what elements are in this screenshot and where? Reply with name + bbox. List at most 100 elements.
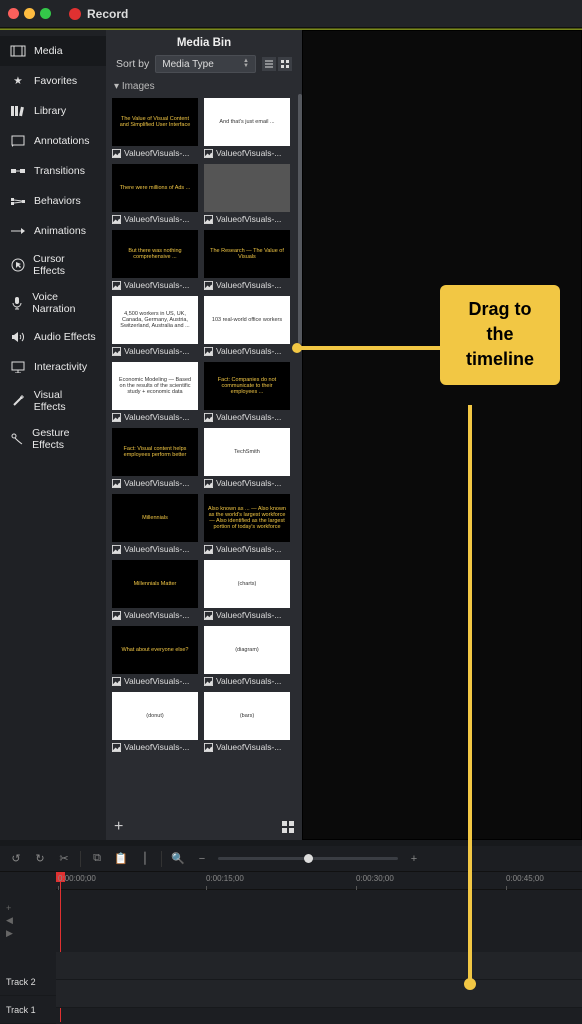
sidebar-interactivity[interactable]: Interactivity	[0, 352, 106, 382]
media-thumbnail[interactable]: Millennials MatterValueofVisuals-...	[112, 560, 198, 620]
image-icon	[112, 215, 121, 224]
image-icon	[204, 347, 213, 356]
media-thumbnail[interactable]: Economic Modeling — Based on the results…	[112, 362, 198, 422]
sidebar-library[interactable]: Library	[0, 96, 106, 126]
split-icon[interactable]: ⎮	[137, 851, 153, 867]
time-mark: 0:00:45;00	[506, 874, 544, 883]
undo-icon[interactable]: ↺	[8, 851, 24, 867]
add-media-button[interactable]: +	[114, 818, 123, 836]
thumb-caption: ValueofVisuals-...	[216, 346, 290, 356]
close-icon[interactable]	[8, 8, 19, 19]
media-thumbnail[interactable]: Also known as ... — Also known as the wo…	[204, 494, 290, 554]
sidebar-audio-effects[interactable]: Audio Effects	[0, 322, 106, 352]
thumb-caption: ValueofVisuals-...	[124, 544, 198, 554]
sidebar-annotations[interactable]: Annotations	[0, 126, 106, 156]
sidebar: Media ★ Favorites Library Annotations Tr…	[0, 30, 106, 840]
time-mark: 0:00:30;00	[356, 874, 394, 883]
thumb-caption: ValueofVisuals-...	[216, 610, 290, 620]
image-icon	[204, 545, 213, 554]
media-thumbnail[interactable]: MillennialsValueofVisuals-...	[112, 494, 198, 554]
media-thumbnail[interactable]: 4,500 workers in US, UK, Canada, Germany…	[112, 296, 198, 356]
mic-icon	[10, 295, 24, 311]
timeline-ruler[interactable]: 0:00:00;00 0:00:15;00 0:00:30;00 0:00:45…	[56, 872, 582, 890]
sidebar-favorites[interactable]: ★ Favorites	[0, 66, 106, 96]
track-2-label[interactable]: Track 2	[0, 968, 56, 996]
zoom-out-icon[interactable]: 🔍	[170, 851, 186, 867]
grid-size-icon[interactable]	[282, 821, 294, 833]
thumb-caption: ValueofVisuals-...	[216, 148, 290, 158]
media-thumbnail[interactable]: ValueofVisuals-...	[204, 164, 290, 224]
sidebar-item-label: Interactivity	[34, 361, 87, 373]
scrollbar[interactable]	[298, 94, 302, 814]
maximize-icon[interactable]	[40, 8, 51, 19]
image-icon	[204, 149, 213, 158]
media-thumbnail[interactable]: 103 real-world office workersValueofVisu…	[204, 296, 290, 356]
track-1-label[interactable]: Track 1	[0, 996, 56, 1024]
media-thumbnail[interactable]: (donut)ValueofVisuals-...	[112, 692, 198, 752]
view-list-icon[interactable]	[262, 57, 276, 71]
preview-canvas[interactable]	[302, 30, 582, 840]
media-thumbnail[interactable]: The Value of Visual Content and Simplifi…	[112, 98, 198, 158]
thumb-caption: ValueofVisuals-...	[216, 742, 290, 752]
sidebar-item-label: Library	[34, 105, 66, 117]
sidebar-gesture-effects[interactable]: Gesture Effects	[0, 420, 106, 458]
sidebar-animations[interactable]: Animations	[0, 216, 106, 246]
group-header[interactable]: ▾ Images	[106, 79, 302, 94]
thumb-caption: ValueofVisuals-...	[124, 346, 198, 356]
sidebar-cursor-effects[interactable]: Cursor Effects	[0, 246, 106, 284]
media-thumbnail[interactable]: What about everyone else?ValueofVisuals-…	[112, 626, 198, 686]
cursor-icon	[10, 257, 25, 273]
plus-icon[interactable]: +	[406, 851, 422, 867]
media-thumbnail[interactable]: But there was nothing comprehensive ...V…	[112, 230, 198, 290]
titlebar: Record	[0, 0, 582, 28]
record-label[interactable]: Record	[87, 7, 128, 21]
animations-icon	[10, 223, 26, 239]
media-thumbnail[interactable]: (diagram)ValueofVisuals-...	[204, 626, 290, 686]
prev-marker-icon[interactable]: ◀	[6, 915, 56, 926]
media-thumbnail[interactable]: TechSmithValueofVisuals-...	[204, 428, 290, 488]
media-thumbnail[interactable]: (charts)ValueofVisuals-...	[204, 560, 290, 620]
sidebar-transitions[interactable]: Transitions	[0, 156, 106, 186]
media-thumbnail[interactable]: (bars)ValueofVisuals-...	[204, 692, 290, 752]
next-marker-icon[interactable]: ▶	[6, 928, 56, 939]
thumb-caption: ValueofVisuals-...	[216, 412, 290, 422]
track-row[interactable]	[56, 980, 582, 1008]
thumb-caption: ValueofVisuals-...	[124, 478, 198, 488]
redo-icon[interactable]: ↻	[32, 851, 48, 867]
books-icon	[10, 103, 26, 119]
sidebar-visual-effects[interactable]: Visual Effects	[0, 382, 106, 420]
media-thumbnail[interactable]: Fact: Companies do not communicate to th…	[204, 362, 290, 422]
sidebar-voice-narration[interactable]: Voice Narration	[0, 284, 106, 322]
image-icon	[112, 743, 121, 752]
media-thumbnail[interactable]: And that's just email ...ValueofVisuals-…	[204, 98, 290, 158]
sidebar-item-label: Audio Effects	[34, 331, 96, 343]
track-row[interactable]	[56, 952, 582, 980]
media-thumbnail[interactable]: Fact: Visual content helps employees per…	[112, 428, 198, 488]
interactivity-icon	[10, 359, 26, 375]
image-icon	[112, 479, 121, 488]
callout-connector	[296, 346, 442, 350]
sidebar-media[interactable]: Media	[0, 36, 106, 66]
cut-icon[interactable]: ✂	[56, 851, 72, 867]
media-thumbnail[interactable]: The Research — The Value of VisualsValue…	[204, 230, 290, 290]
zoom-slider[interactable]	[218, 857, 398, 860]
minimize-icon[interactable]	[24, 8, 35, 19]
minus-icon[interactable]: −	[194, 851, 210, 867]
image-icon	[112, 413, 121, 422]
image-icon	[112, 545, 121, 554]
sidebar-behaviors[interactable]: Behaviors	[0, 186, 106, 216]
callout-end-icon	[464, 978, 476, 990]
add-track-icon[interactable]: +	[6, 903, 56, 913]
media-thumbnail[interactable]: There were millions of Ads ...ValueofVis…	[112, 164, 198, 224]
track-labels: + ◀ ▶ Track 2 Track 1	[0, 872, 56, 1024]
window-controls	[8, 8, 51, 19]
tracks-area[interactable]	[56, 890, 582, 1008]
sort-label: Sort by	[116, 58, 149, 70]
copy-icon[interactable]: ⧉	[89, 851, 105, 867]
panel-title: Media Bin	[106, 30, 302, 52]
thumb-caption: ValueofVisuals-...	[216, 676, 290, 686]
paste-icon[interactable]: 📋	[113, 851, 129, 867]
sort-select[interactable]: Media Type ▲▼	[155, 55, 256, 73]
view-grid-icon[interactable]	[278, 57, 292, 71]
record-icon[interactable]	[69, 8, 81, 20]
